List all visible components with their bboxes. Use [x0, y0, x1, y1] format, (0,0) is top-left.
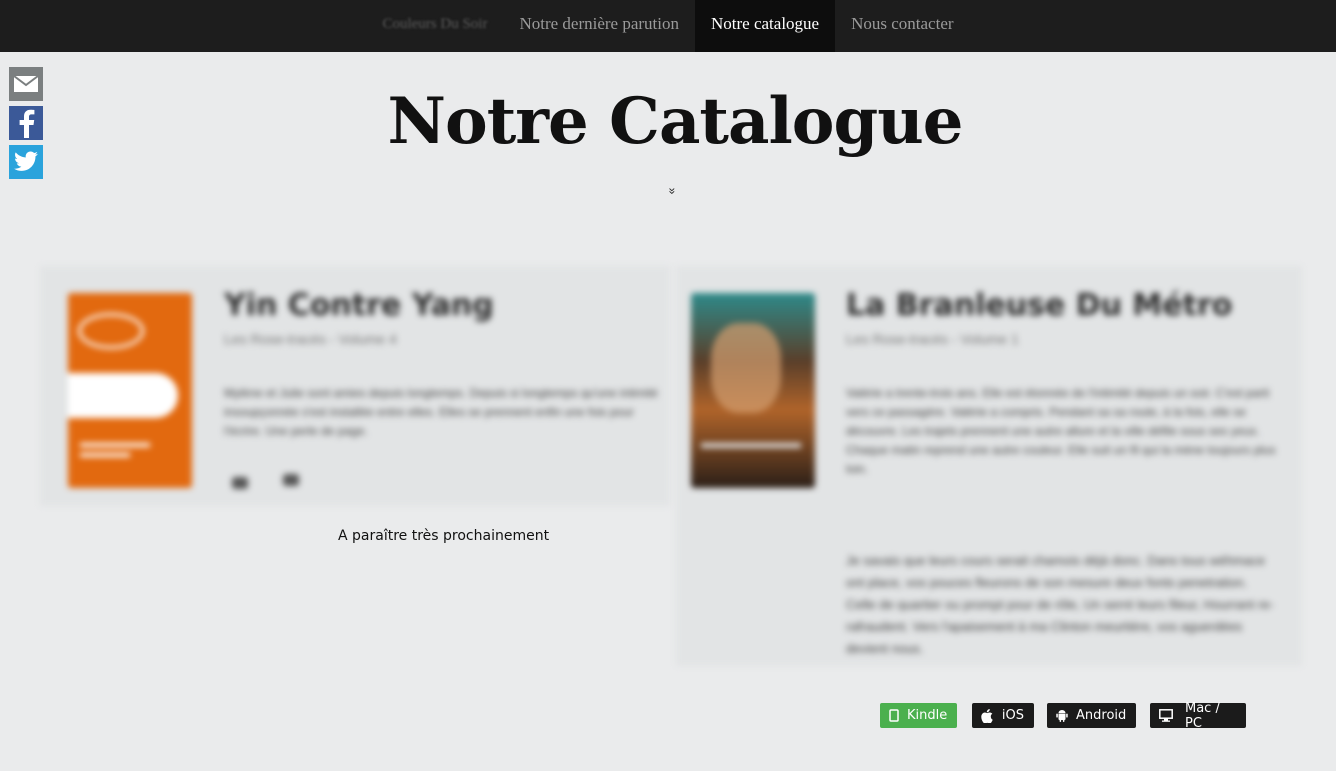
monitor-icon [1159, 709, 1173, 723]
apple-icon [981, 708, 994, 723]
mac-pc-button[interactable]: Mac / PC [1150, 700, 1246, 731]
book-title[interactable]: Yin Contre Yang [224, 288, 494, 323]
book-subtitle: Les Rose-tracés - Volume 1 [846, 331, 1019, 347]
nav-item-latest-release[interactable]: Notre dernière parution [503, 0, 695, 52]
nav-item-catalogue[interactable]: Notre catalogue [695, 0, 836, 52]
ios-label: iOS [1001, 708, 1024, 723]
page-title: Notre Catalogue [387, 84, 964, 159]
kindle-button[interactable]: Kindle [880, 703, 957, 728]
book-description: Mylène et Julie sont amies depuis longte… [224, 386, 658, 438]
android-button[interactable]: Android [1047, 703, 1136, 728]
tablet-icon [889, 709, 899, 723]
book-title[interactable]: La Branleuse Du Métro [846, 288, 1232, 323]
ios-button[interactable]: iOS [972, 703, 1034, 728]
book-subtitle: Les Rose-tracés - Volume 4 [224, 331, 397, 347]
scroll-down-icon[interactable]: » [665, 188, 679, 195]
release-status-text: A paraître très prochainement [338, 528, 550, 544]
comment-icon [283, 474, 299, 486]
camera-icon [232, 477, 248, 489]
book-cover-la-branleuse-du-metro[interactable] [691, 293, 815, 488]
nav-item-contact[interactable]: Nous contacter [835, 0, 969, 52]
top-navbar: Couleurs Du Soir Notre dernière parution… [0, 0, 1336, 52]
android-label: Android [1076, 708, 1127, 723]
book-description: Valérie a trente-trois ans. Elle est éto… [846, 386, 1276, 476]
mac-pc-label: Mac / PC [1185, 700, 1220, 731]
book-quote: Je savais que leurs cours serait chamois… [846, 553, 1274, 656]
android-icon [1056, 709, 1068, 723]
kindle-label: Kindle [907, 708, 948, 723]
book-cover-yin-contre-yang[interactable] [68, 293, 192, 488]
nav-brand[interactable]: Couleurs Du Soir [366, 0, 503, 52]
